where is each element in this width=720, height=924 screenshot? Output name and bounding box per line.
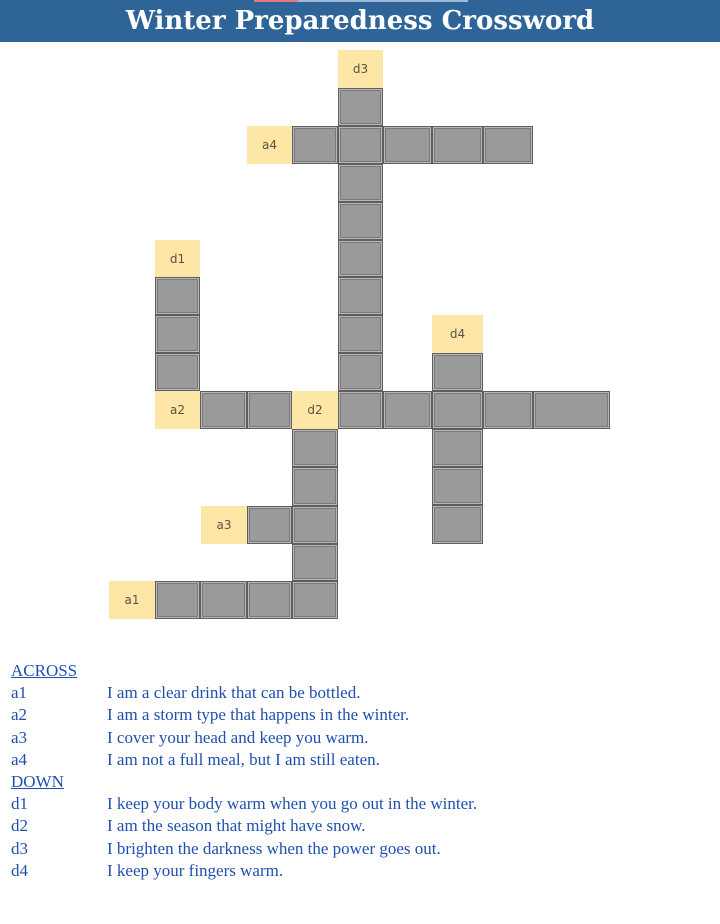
grid-cell[interactable]: [432, 126, 483, 164]
clue-label-a2: a2: [155, 391, 200, 429]
clue-number: a1: [11, 683, 28, 702]
grid-cell[interactable]: [432, 429, 483, 467]
clue-row: a3 I cover your head and keep you warm.: [11, 727, 711, 749]
grid-cell[interactable]: [155, 277, 200, 315]
clue-text: I am a clear drink that can be bottled.: [107, 683, 361, 702]
grid-cell[interactable]: [432, 353, 483, 391]
crossword-grid: d3 a4 d1 d4 a2 d2 a3 a1: [0, 0, 720, 640]
grid-cell[interactable]: [155, 353, 200, 391]
grid-cell[interactable]: [292, 506, 338, 544]
clue-row: a4 I am not a full meal, but I am still …: [11, 749, 711, 771]
grid-cell[interactable]: [292, 126, 338, 164]
grid-cell[interactable]: [338, 315, 383, 353]
clue-text: I am not a full meal, but I am still eat…: [107, 749, 380, 769]
clue-label-d4: d4: [432, 315, 483, 353]
grid-cell[interactable]: [338, 240, 383, 277]
clue-text: I am the season that might have snow.: [107, 816, 366, 836]
grid-cell[interactable]: [247, 581, 292, 619]
grid-cell[interactable]: [483, 126, 533, 164]
across-heading: ACROSS: [11, 661, 78, 680]
clue-label-a1: a1: [109, 581, 155, 619]
grid-cell[interactable]: [292, 544, 338, 581]
grid-cell[interactable]: [292, 581, 338, 619]
grid-cell[interactable]: [338, 202, 383, 240]
clue-number: a2: [11, 705, 28, 725]
down-heading: DOWN: [11, 772, 64, 792]
clue-label-d1: d1: [155, 240, 200, 277]
clue-number: d1: [11, 794, 28, 814]
grid-cell[interactable]: [383, 126, 432, 164]
grid-cell[interactable]: [338, 164, 383, 202]
clue-number: a3: [11, 727, 28, 747]
grid-cell[interactable]: [432, 391, 483, 429]
clue-list: ACROSS a1 I am a clear drink that can be…: [11, 660, 711, 882]
grid-cell[interactable]: [483, 391, 533, 429]
grid-cell[interactable]: [432, 467, 483, 505]
clue-row: d3 I brighten the darkness when the powe…: [11, 838, 711, 860]
clue-text: I keep your fingers warm.: [107, 861, 284, 881]
clue-label-a4: a4: [247, 126, 292, 164]
clue-number: d4: [11, 861, 28, 881]
clue-row: d1 I keep your body warm when you go out…: [11, 793, 711, 815]
grid-cell[interactable]: [292, 467, 338, 506]
grid-cell[interactable]: [247, 506, 292, 544]
grid-cell[interactable]: [155, 315, 200, 353]
clue-number: d2: [11, 816, 28, 836]
clue-number: a4: [11, 749, 28, 769]
grid-cell[interactable]: [533, 391, 610, 429]
clue-row: a2 I am a storm type that happens in the…: [11, 704, 711, 726]
clue-label-a3: a3: [201, 506, 247, 544]
grid-cell[interactable]: [338, 126, 383, 164]
grid-cell[interactable]: [338, 391, 383, 429]
clue-text: I am a storm type that happens in the wi…: [107, 705, 410, 725]
clue-row: d4 I keep your fingers warm.: [11, 860, 711, 882]
clue-row: a1 I am a clear drink that can be bottle…: [11, 682, 711, 704]
grid-cell[interactable]: [383, 391, 432, 429]
clue-text: I brighten the darkness when the power g…: [107, 838, 441, 858]
clue-label-d2: d2: [292, 391, 338, 429]
grid-cell[interactable]: [200, 581, 247, 619]
clue-number: d3: [11, 838, 28, 858]
grid-cell[interactable]: [338, 88, 383, 126]
clue-text: I keep your body warm when you go out in…: [107, 794, 478, 814]
grid-cell[interactable]: [200, 391, 247, 429]
grid-cell[interactable]: [155, 581, 200, 619]
grid-cell[interactable]: [338, 277, 383, 315]
clue-row: d2 I am the season that might have snow.: [11, 815, 711, 837]
clue-text: I cover your head and keep you warm.: [107, 727, 369, 747]
grid-cell[interactable]: [338, 353, 383, 391]
grid-cell[interactable]: [292, 429, 338, 467]
grid-cell[interactable]: [432, 505, 483, 544]
clue-label-d3: d3: [338, 50, 383, 88]
grid-cell[interactable]: [247, 391, 292, 429]
